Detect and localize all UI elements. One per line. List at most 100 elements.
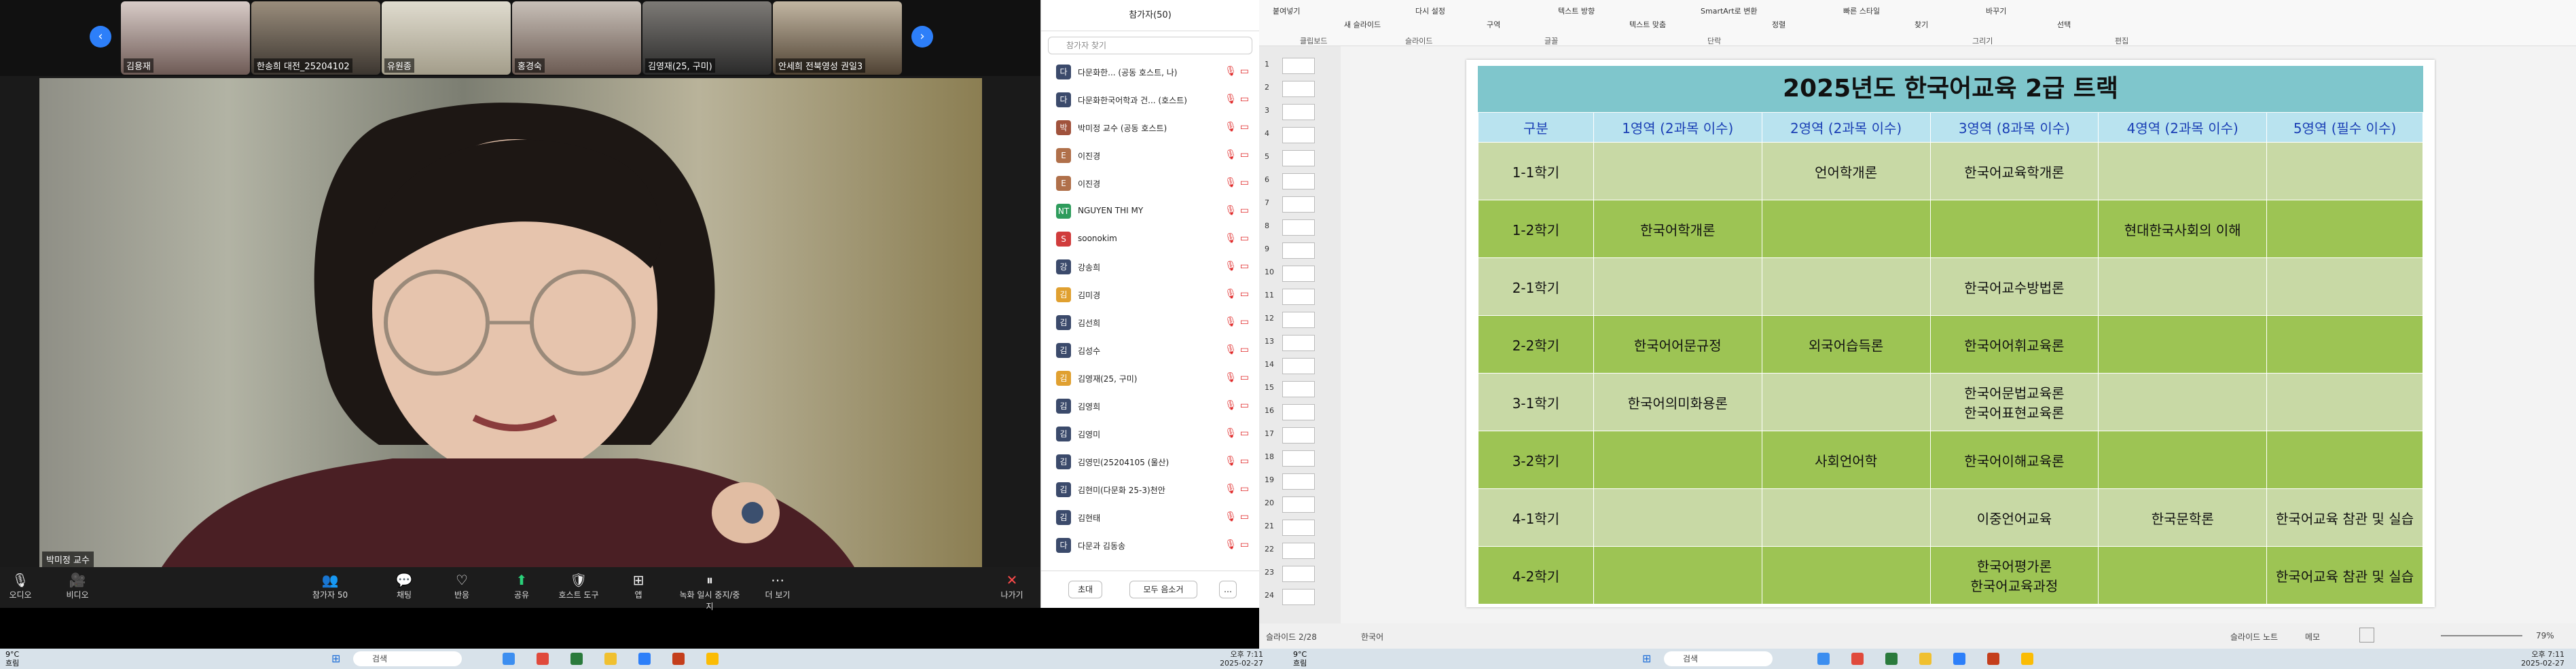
slide-thumbnail[interactable]: 6 [1265,173,1332,189]
app-icon[interactable] [503,653,515,665]
slide-thumbnail[interactable]: 3 [1265,104,1332,120]
video-thumb[interactable]: 유원종 [382,1,511,75]
share-button[interactable]: ⬆ 공유 [501,571,542,600]
ribbon-command[interactable]: 찾기 [1915,19,1928,30]
participant-row[interactable]: 김 김성수 🎙 ▭ [1041,337,1260,364]
video-off-icon[interactable]: ▭ [1240,205,1249,216]
leave-button[interactable]: ✕ 나가기 [992,571,1032,600]
taskbar-clock[interactable]: 오후 7:11 2025-02-27 [1209,650,1263,668]
muted-mic-icon[interactable]: 🎙 [1224,400,1237,411]
weather-widget[interactable]: 9°C 흐림 [5,650,19,668]
video-thumb[interactable]: 홍경숙 [512,1,641,75]
participant-row[interactable]: 강 강송희 🎙 ▭ [1041,253,1260,281]
video-off-icon[interactable]: ▭ [1240,233,1249,244]
app-icon[interactable] [537,653,549,665]
participant-row[interactable]: 다 다문화한국어학과 건... (호스트) 🎙 ▭ [1041,86,1260,113]
slide-thumbnail[interactable]: 5 [1265,150,1332,166]
chrome-icon[interactable] [706,653,719,665]
video-off-icon[interactable]: ▭ [1240,122,1249,132]
video-thumb[interactable]: 김용재 [121,1,250,75]
taskbar-search[interactable]: 검색 [353,651,462,666]
muted-mic-icon[interactable]: 🎙 [1224,289,1237,300]
slide-thumbnail[interactable]: 10 [1265,266,1332,282]
windows-start-icon[interactable]: ⊞ [1642,652,1651,665]
ribbon-command[interactable]: 텍스트 방향 [1558,5,1595,16]
video-off-icon[interactable]: ▭ [1240,149,1249,160]
participant-row[interactable]: 김 김미경 🎙 ▭ [1041,281,1260,308]
participant-row[interactable]: 김 김영재(25, 구미) 🎙 ▭ [1041,365,1260,392]
video-thumb[interactable]: 김영재(25, 구미) [642,1,772,75]
invite-button[interactable]: 초대 [1068,581,1102,598]
ribbon-command[interactable]: 텍스트 맞춤 [1629,19,1666,30]
powerpoint-app-icon[interactable] [1987,653,1999,665]
muted-mic-icon[interactable]: 🎙 [1224,177,1237,188]
participant-row[interactable]: 김 김선희 🎙 ▭ [1041,309,1260,336]
video-off-icon[interactable]: ▭ [1240,177,1249,188]
audio-button[interactable]: 🎙 오디오 [0,571,41,600]
app-icon[interactable] [570,653,583,665]
slide-thumbnail[interactable]: 1 [1265,58,1332,74]
muted-mic-icon[interactable]: 🎙 [1224,122,1237,132]
video-off-icon[interactable]: ▭ [1240,511,1249,522]
app-icon[interactable] [1851,653,1864,665]
normal-view-icon[interactable] [2359,628,2374,643]
ribbon-command[interactable]: 붙여넣기 [1273,5,1300,16]
ribbon-command[interactable]: 선택 [2057,19,2071,30]
muted-mic-icon[interactable]: 🎙 [1224,344,1237,355]
muted-mic-icon[interactable]: 🎙 [1224,149,1237,160]
video-off-icon[interactable]: ▭ [1240,372,1249,383]
app-icon[interactable] [1817,653,1830,665]
muted-mic-icon[interactable]: 🎙 [1224,372,1237,383]
app-icon[interactable] [604,653,617,665]
muted-mic-icon[interactable]: 🎙 [1224,511,1237,522]
participants-button[interactable]: 👥 참가자 50 [310,571,350,600]
zoom-app-icon[interactable] [638,653,651,665]
chat-button[interactable]: 💬 채팅 [384,571,424,600]
muted-mic-icon[interactable]: 🎙 [1224,94,1237,105]
muted-mic-icon[interactable]: 🎙 [1224,261,1237,272]
video-off-icon[interactable]: ▭ [1240,456,1249,467]
zoom-slider[interactable] [2441,635,2522,636]
participant-row[interactable]: 다 다문화한... (공동 호스트, 나) 🎙 ▭ [1041,58,1260,86]
participant-row[interactable]: 박 박미정 교수 (공동 호스트) 🎙 ▭ [1041,114,1260,141]
slide-thumbnail[interactable]: 4 [1265,127,1332,143]
slide-thumbnail[interactable]: 7 [1265,196,1332,213]
participant-search-input[interactable]: 참가자 찾기 [1048,37,1252,54]
video-thumb[interactable]: 한송희 대전_25204102 [251,1,380,75]
reactions-button[interactable]: ♡ 반응 [441,571,482,600]
ribbon-command[interactable]: 정렬 [1772,19,1785,30]
slide-thumbnail[interactable]: 12 [1265,312,1332,328]
notes-button[interactable]: 슬라이드 노트 [2230,631,2278,643]
apps-button[interactable]: ⊞ 앱 [618,571,659,600]
mute-all-button[interactable]: 모두 음소거 [1129,581,1197,598]
muted-mic-icon[interactable]: 🎙 [1224,66,1237,77]
chrome-icon[interactable] [2021,653,2033,665]
video-off-icon[interactable]: ▭ [1240,400,1249,411]
ribbon-command[interactable]: 바꾸기 [1986,5,2006,16]
slide-thumbnail[interactable]: 11 [1265,289,1332,305]
video-thumb[interactable]: 안세희 전북영성 권일3 [773,1,902,75]
video-button[interactable]: 🎥 비디오 [57,571,98,600]
participant-row[interactable]: E 이진경 🎙 ▭ [1041,142,1260,169]
participant-row[interactable]: Ssoonokim 🎙 ▭ [1041,225,1260,253]
ribbon-command[interactable]: 구역 [1487,19,1500,30]
muted-mic-icon[interactable]: 🎙 [1224,428,1237,439]
more-options-button[interactable]: … [1219,581,1237,598]
strip-next-button[interactable]: › [911,26,933,48]
video-off-icon[interactable]: ▭ [1240,261,1249,272]
slide-thumbnail[interactable]: 9 [1265,242,1332,259]
video-off-icon[interactable]: ▭ [1240,539,1249,550]
slide-thumbnail[interactable]: 20 [1265,496,1332,513]
video-off-icon[interactable]: ▭ [1240,94,1249,105]
muted-mic-icon[interactable]: 🎙 [1224,233,1237,244]
ribbon-command[interactable]: SmartArt로 변환 [1701,5,1758,16]
muted-mic-icon[interactable]: 🎙 [1224,539,1237,550]
slide-thumbnail[interactable]: 21 [1265,520,1332,536]
slide-thumbnail[interactable]: 2 [1265,81,1332,97]
language-indicator[interactable]: 한국어 [1361,631,1383,643]
slide-thumbnail[interactable]: 23 [1265,566,1332,582]
muted-mic-icon[interactable]: 🎙 [1224,456,1237,467]
participant-row[interactable]: 김 김영희 🎙 ▭ [1041,393,1260,420]
slide-canvas[interactable]: 2025년도 한국어교육 2급 트랙 구분 1영역 (2과목 이수) 2영역 (… [1466,60,2435,607]
video-off-icon[interactable]: ▭ [1240,289,1249,300]
